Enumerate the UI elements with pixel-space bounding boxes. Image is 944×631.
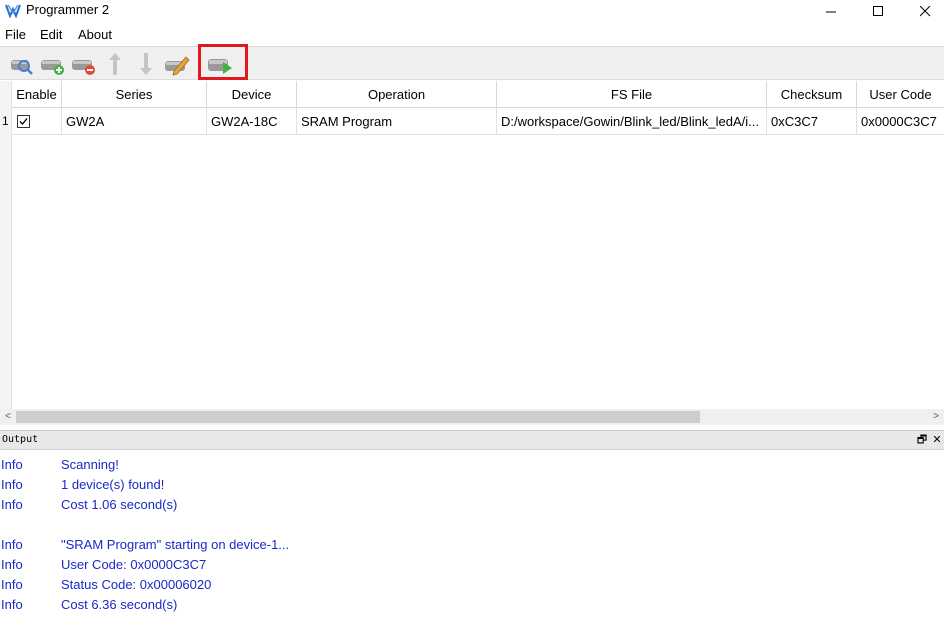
float-panel-icon[interactable]: 🗗 [915, 433, 929, 447]
checksum-cell[interactable]: 0xC3C7 [767, 108, 857, 135]
output-log: Info Scanning! Info 1 device(s) found! I… [0, 451, 944, 631]
fs-file-cell[interactable]: D:/workspace/Gowin/Blink_led/Blink_ledA/… [497, 108, 767, 135]
edit-icon [165, 56, 190, 76]
enable-checkbox[interactable] [17, 115, 30, 128]
close-button[interactable] [902, 0, 944, 22]
log-level: Info [1, 477, 23, 492]
column-header-enable[interactable]: Enable [12, 81, 62, 108]
remove-device-button[interactable] [71, 51, 97, 77]
minimize-icon [825, 11, 836, 12]
menu-about[interactable]: About [78, 27, 112, 42]
log-level: Info [1, 537, 23, 552]
title-bar: Programmer 2 [0, 0, 944, 22]
column-header-user-code[interactable]: User Code [857, 81, 944, 108]
log-entry: Info User Code: 0x0000C3C7 [0, 554, 944, 574]
close-icon [919, 5, 930, 16]
log-entry: Info "SRAM Program" starting on device-1… [0, 534, 944, 554]
log-level: Info [1, 457, 23, 472]
log-entry: Info Cost 6.36 second(s) [0, 594, 944, 614]
add-device-button[interactable] [40, 51, 66, 77]
device-table: Enable Series Device Operation FS File C… [0, 81, 944, 409]
maximize-button[interactable] [855, 0, 901, 22]
program-button-highlight [198, 44, 248, 80]
log-entry [0, 514, 944, 534]
log-entry: Info Cost 1.06 second(s) [0, 494, 944, 514]
move-up-button[interactable] [102, 51, 128, 77]
horizontal-scrollbar[interactable]: < > [0, 409, 944, 425]
device-cell[interactable]: GW2A-18C [207, 108, 297, 135]
log-message: Scanning! [61, 457, 119, 472]
row-number: 1 [2, 114, 9, 128]
user-code-cell[interactable]: 0x0000C3C7 [857, 108, 944, 135]
arrow-down-icon [140, 53, 152, 75]
toolbar [0, 46, 944, 80]
add-device-icon [41, 60, 64, 75]
menu-bar: File Edit About [0, 25, 944, 45]
output-panel-title: Output [2, 434, 39, 445]
edit-device-button[interactable] [164, 51, 190, 77]
close-panel-icon[interactable]: ✕ [930, 433, 944, 447]
scan-device-button[interactable] [9, 51, 35, 77]
remove-device-icon [72, 60, 95, 75]
minimize-button[interactable] [808, 0, 854, 22]
log-message: Status Code: 0x00006020 [61, 577, 212, 592]
enable-cell[interactable] [12, 108, 62, 135]
log-message: "SRAM Program" starting on device-1... [61, 537, 290, 552]
column-header-operation[interactable]: Operation [297, 81, 497, 108]
app-logo-icon [5, 4, 21, 18]
window-title: Programmer 2 [26, 2, 110, 17]
column-header-device[interactable]: Device [207, 81, 297, 108]
scrollbar-thumb[interactable] [16, 411, 700, 423]
log-entry: Info 1 device(s) found! [0, 474, 944, 494]
maximize-icon [872, 5, 883, 16]
checkmark-icon [19, 118, 28, 125]
scroll-left-arrow-icon[interactable]: < [0, 409, 16, 425]
log-message: Cost 1.06 second(s) [61, 497, 178, 512]
log-level: Info [1, 557, 23, 572]
log-level: Info [1, 597, 23, 612]
series-cell[interactable]: GW2A [62, 108, 207, 135]
scan-icon [11, 60, 33, 75]
scroll-right-arrow-icon[interactable]: > [928, 409, 944, 425]
operation-cell[interactable]: SRAM Program [297, 108, 497, 135]
log-level: Info [1, 497, 23, 512]
column-header-series[interactable]: Series [62, 81, 207, 108]
log-message: Cost 6.36 second(s) [61, 597, 178, 612]
menu-file[interactable]: File [5, 27, 26, 42]
output-panel-header: Output 🗗 ✕ [0, 430, 944, 450]
menu-edit[interactable]: Edit [40, 27, 62, 42]
log-level: Info [1, 577, 23, 592]
log-entry: Info Scanning! [0, 454, 944, 474]
log-message: 1 device(s) found! [61, 477, 165, 492]
log-entry: Info Status Code: 0x00006020 [0, 574, 944, 594]
move-down-button[interactable] [133, 51, 159, 77]
column-header-checksum[interactable]: Checksum [767, 81, 857, 108]
log-message: User Code: 0x0000C3C7 [61, 557, 207, 572]
column-header-fs-file[interactable]: FS File [497, 81, 767, 108]
arrow-up-icon [109, 53, 121, 75]
